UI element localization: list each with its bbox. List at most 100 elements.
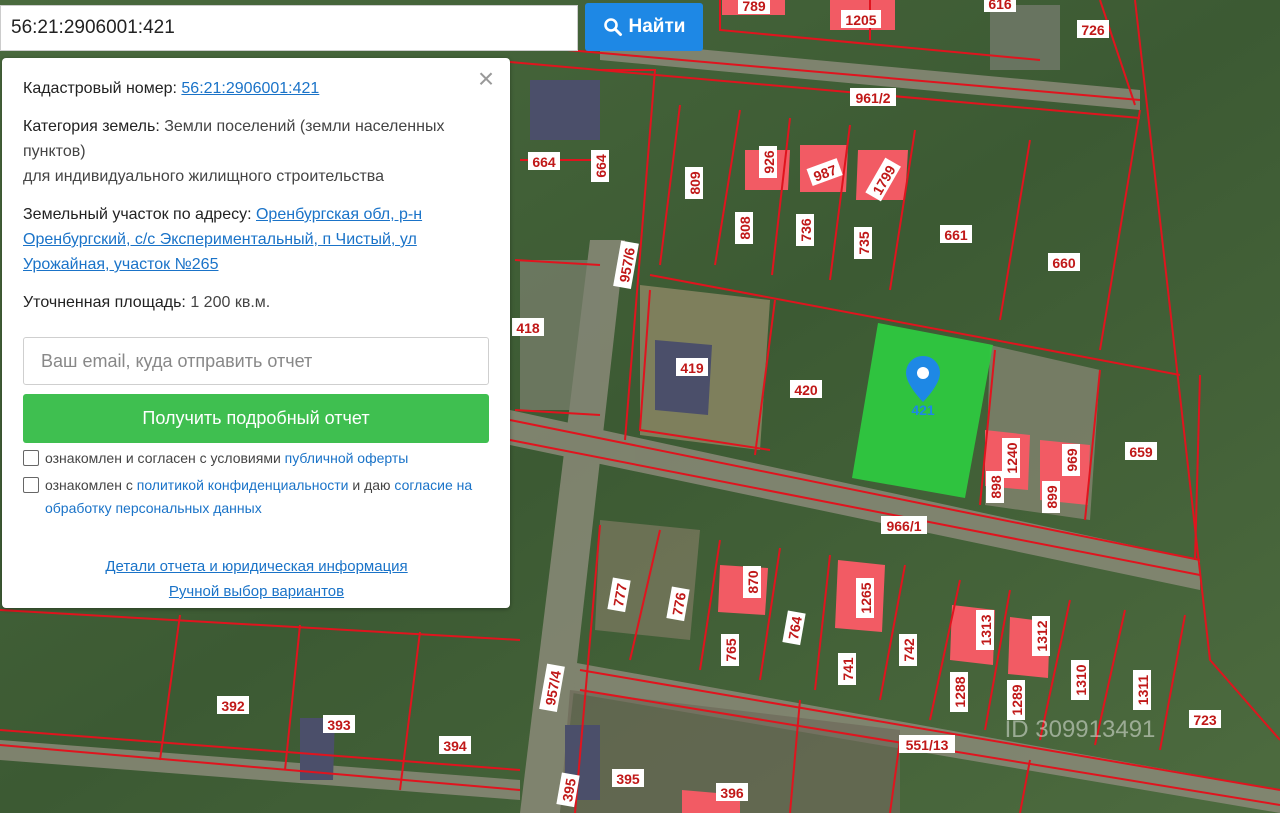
svg-text:899: 899 [1044, 485, 1060, 509]
plot-label: 616 [984, 0, 1016, 12]
plot-label: 664 [528, 152, 560, 170]
svg-text:395: 395 [616, 771, 640, 787]
svg-text:419: 419 [680, 360, 704, 376]
plot-label: 899 [1042, 481, 1060, 513]
close-icon[interactable]: × [474, 65, 498, 93]
plot-label: 1289 [1007, 680, 1025, 720]
plot-label: 966/1 [881, 516, 927, 534]
plot-label: 419 [676, 358, 708, 376]
cadastral-number-link[interactable]: 56:21:2906001:421 [181, 80, 319, 97]
public-offer-link[interactable]: публичной оферты [285, 450, 409, 466]
svg-text:394: 394 [443, 738, 467, 754]
search-input[interactable] [0, 5, 578, 51]
plot-label: 1312 [1032, 616, 1050, 656]
area-value: 1 200 кв.м. [190, 294, 271, 311]
plot-label: 1310 [1071, 660, 1089, 700]
parcel-info-card: × Кадастровый номер: 56:21:2906001:421 К… [2, 58, 510, 608]
svg-text:765: 765 [723, 638, 739, 662]
svg-text:808: 808 [737, 216, 753, 240]
plot-label: 723 [1189, 710, 1221, 728]
svg-text:392: 392 [221, 698, 245, 714]
plot-label: 394 [439, 736, 471, 754]
svg-text:396: 396 [720, 785, 744, 801]
svg-text:659: 659 [1129, 444, 1153, 460]
plot-label: 742 [899, 634, 917, 666]
svg-text:1310: 1310 [1073, 664, 1089, 695]
svg-text:420: 420 [794, 382, 818, 398]
plot-label: 726 [1077, 20, 1109, 38]
offer-consent-text: ознакомлен и согласен с условиями публич… [45, 450, 409, 466]
address-label: Земельный участок по адресу: [23, 206, 252, 223]
plot-label: 741 [838, 653, 856, 685]
get-report-button[interactable]: Получить подробный отчет [23, 394, 489, 443]
plot-label: 392 [217, 696, 249, 714]
svg-text:1311: 1311 [1135, 675, 1151, 706]
svg-text:664: 664 [532, 154, 556, 170]
plot-label: 870 [743, 566, 761, 598]
search-button[interactable]: Найти [585, 3, 703, 51]
svg-text:418: 418 [516, 320, 540, 336]
privacy-checkbox[interactable] [23, 477, 39, 493]
svg-text:661: 661 [944, 227, 968, 243]
svg-text:393: 393 [327, 717, 351, 733]
svg-text:789: 789 [742, 0, 766, 14]
plot-label: 735 [854, 227, 872, 259]
report-details-link[interactable]: Детали отчета и юридическая информация [105, 558, 407, 575]
svg-text:1205: 1205 [845, 12, 876, 28]
svg-text:726: 726 [1081, 22, 1105, 38]
svg-text:966/1: 966/1 [886, 518, 921, 534]
land-category-row: Категория земель: Земли поселений (земли… [23, 114, 490, 189]
offer-consent-row: ознакомлен и согласен с условиями публич… [23, 447, 490, 470]
plot-label: 969 [1062, 444, 1080, 476]
plot-label: 661 [940, 225, 972, 243]
svg-text:616: 616 [988, 0, 1012, 12]
privacy-policy-link[interactable]: политикой конфиденциальности [137, 477, 349, 493]
cadastral-number-label: Кадастровый номер: [23, 80, 177, 97]
plot-label: 1205 [841, 10, 881, 28]
footer-links: Детали отчета и юридическая информация Р… [23, 554, 490, 604]
svg-text:926: 926 [761, 150, 777, 174]
plot-label: 659 [1125, 442, 1157, 460]
plot-label: 551/13 [899, 735, 955, 753]
plot-label: 898 [986, 471, 1004, 503]
svg-text:1288: 1288 [952, 676, 968, 707]
area-row: Уточненная площадь: 1 200 кв.м. [23, 290, 490, 315]
manual-selection-link[interactable]: Ручной выбор вариантов [169, 583, 344, 600]
plot-label: 926 [759, 146, 777, 178]
plot-label: 808 [735, 212, 753, 244]
offer-checkbox[interactable] [23, 450, 39, 466]
land-category-label: Категория земель: [23, 118, 160, 135]
plot-label: 736 [796, 214, 814, 246]
plot-label: 664 [591, 150, 609, 182]
svg-text:421: 421 [911, 402, 935, 418]
land-use-value: для индивидуального жилищного строительс… [23, 168, 384, 185]
svg-text:870: 870 [745, 570, 761, 594]
plot-label: 660 [1048, 253, 1080, 271]
svg-text:664: 664 [593, 154, 609, 178]
plot-label: 393 [323, 715, 355, 733]
watermark: ID 309913491 [1005, 716, 1156, 743]
cadastral-number-row: Кадастровый номер: 56:21:2906001:421 [23, 76, 490, 101]
search-button-label: Найти [628, 16, 686, 37]
svg-text:ID 309913491: ID 309913491 [1005, 716, 1156, 743]
plot-label: 961/2 [850, 88, 896, 106]
plot-label: 421 [911, 402, 935, 418]
svg-text:741: 741 [840, 657, 856, 681]
plot-label: 420 [790, 380, 822, 398]
svg-text:1265: 1265 [858, 582, 874, 613]
plot-label: 809 [685, 167, 703, 199]
svg-text:1312: 1312 [1034, 620, 1050, 651]
plot-label: 789 [738, 0, 770, 14]
plot-label: 765 [721, 634, 739, 666]
plot-label: 1313 [976, 610, 994, 650]
svg-text:1289: 1289 [1009, 684, 1025, 715]
svg-text:735: 735 [856, 231, 872, 255]
svg-text:736: 736 [798, 218, 814, 242]
svg-text:969: 969 [1064, 448, 1080, 472]
privacy-consent-text: ознакомлен с политикой конфиденциальност… [45, 477, 473, 516]
svg-text:742: 742 [901, 638, 917, 662]
plot-label: 1240 [1002, 438, 1020, 478]
svg-text:961/2: 961/2 [855, 90, 890, 106]
plot-label: 1265 [856, 578, 874, 618]
email-field[interactable] [23, 337, 489, 385]
